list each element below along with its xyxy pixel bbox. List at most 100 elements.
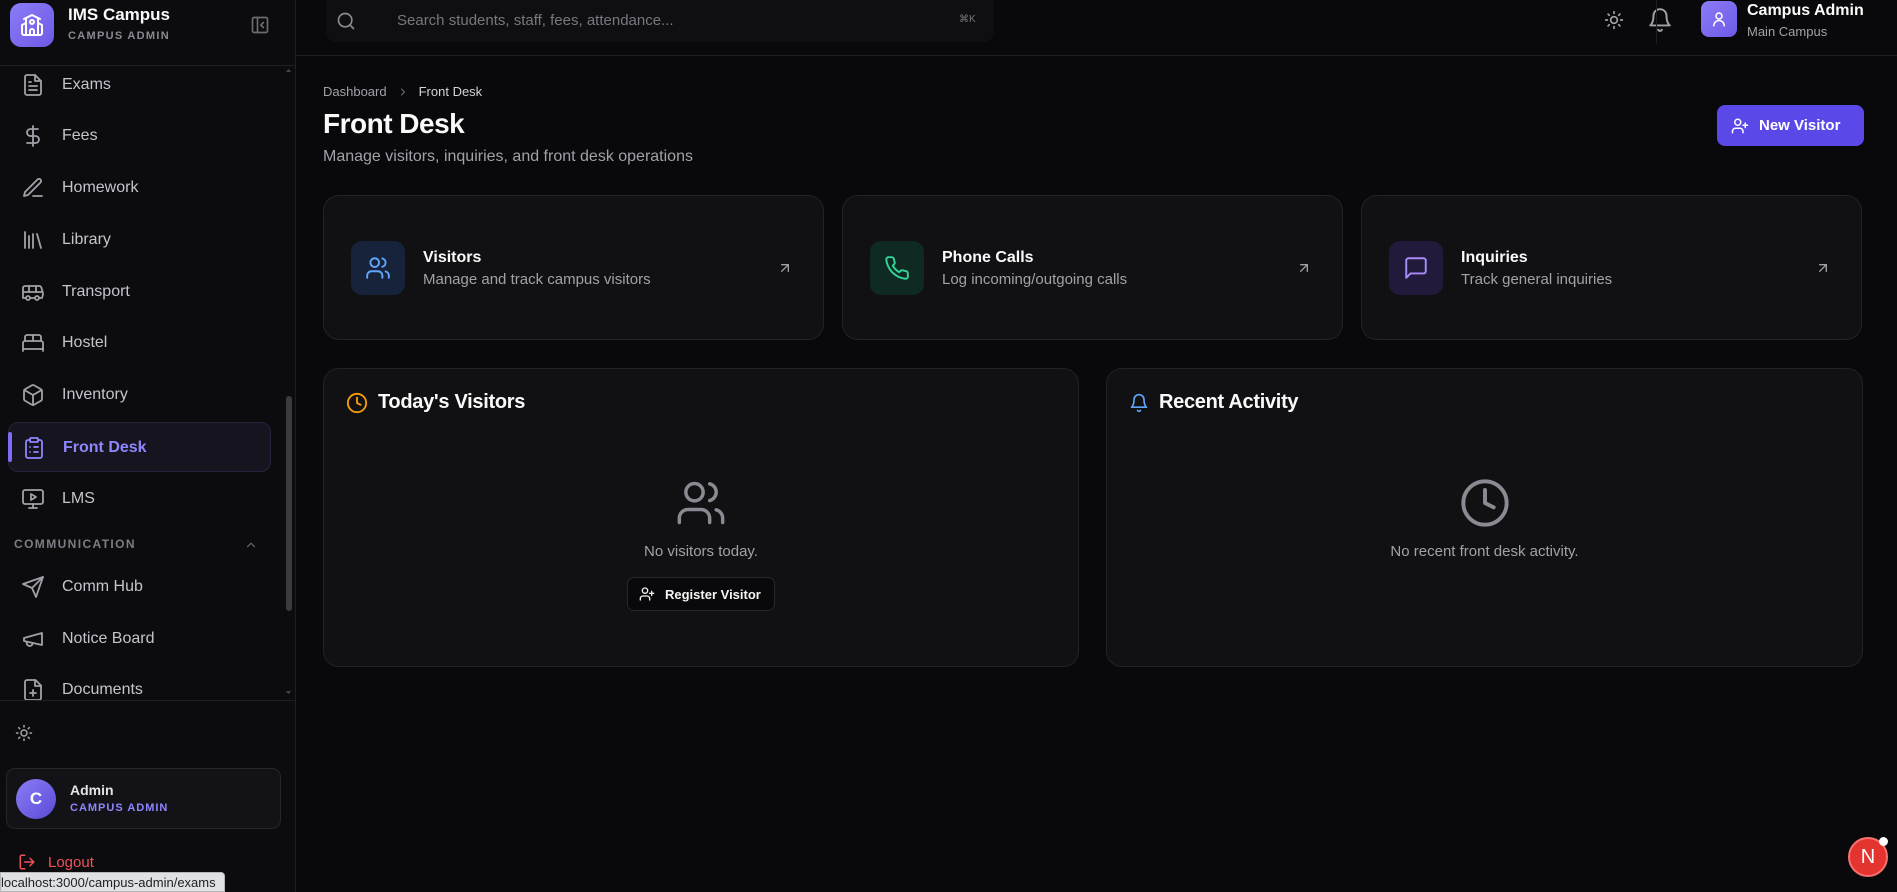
sidebar-item-label: Homework xyxy=(62,179,139,196)
arrow-up-right-icon xyxy=(777,260,793,276)
bus-icon xyxy=(21,280,45,304)
user-role: CAMPUS ADMIN xyxy=(70,802,169,814)
page-subtitle: Manage visitors, inquiries, and front de… xyxy=(323,148,693,165)
megaphone-icon xyxy=(21,627,45,651)
dollar-icon xyxy=(21,124,45,148)
todays-visitors-panel: Today's Visitors No visitors today. Regi… xyxy=(323,368,1079,667)
page-title: Front Desk xyxy=(323,108,465,139)
sidebar-item-comm-hub[interactable]: Comm Hub xyxy=(8,562,271,612)
search-input[interactable]: Search students, staff, fees, attendance… xyxy=(326,0,994,42)
phone-icon xyxy=(870,241,924,295)
breadcrumb-current: Front Desk xyxy=(418,84,483,99)
recent-activity-panel: Recent Activity No recent front desk act… xyxy=(1106,368,1863,667)
user-card[interactable]: C Admin CAMPUS ADMIN xyxy=(6,768,281,829)
empty-state-text: No visitors today. xyxy=(644,543,758,560)
section-communication[interactable]: COMMUNICATION xyxy=(14,537,136,551)
sidebar: IMS Campus CAMPUS ADMIN Exams Fees Homew… xyxy=(0,0,296,892)
scroll-down-arrow-icon[interactable] xyxy=(284,688,293,697)
topbar: Search students, staff, fees, attendance… xyxy=(296,0,1897,56)
logout-button[interactable]: Logout xyxy=(18,852,94,872)
sidebar-item-label: Front Desk xyxy=(63,439,147,456)
sidebar-item-homework[interactable]: Homework xyxy=(8,163,271,213)
new-visitor-button[interactable]: New Visitor xyxy=(1717,105,1864,146)
sidebar-item-lms[interactable]: LMS xyxy=(8,474,271,524)
pencil-icon xyxy=(21,176,45,200)
brand-name: IMS Campus xyxy=(68,5,171,24)
scroll-up-arrow-icon[interactable] xyxy=(284,66,293,75)
file-plus-icon xyxy=(21,678,45,702)
chevron-up-icon[interactable] xyxy=(244,538,258,552)
sidebar-item-label: Exams xyxy=(62,76,111,93)
sidebar-item-label: Notice Board xyxy=(62,630,155,647)
search-shortcut: ⌘K xyxy=(959,14,976,25)
register-visitor-button[interactable]: Register Visitor xyxy=(627,577,775,611)
quick-card-inquiries[interactable]: Inquiries Track general inquiries xyxy=(1361,195,1862,340)
collapse-sidebar-icon[interactable] xyxy=(250,15,270,35)
library-icon xyxy=(21,228,45,252)
brand-role: CAMPUS ADMIN xyxy=(68,30,170,42)
quick-card-desc: Track general inquiries xyxy=(1461,271,1613,288)
panel-header: Recent Activity xyxy=(1129,391,1299,414)
quick-card-visitors[interactable]: Visitors Manage and track campus visitor… xyxy=(323,195,824,340)
users-empty-icon xyxy=(675,477,727,529)
sidebar-item-label: LMS xyxy=(62,490,95,507)
arrow-up-right-icon xyxy=(1815,260,1831,276)
breadcrumb-dashboard[interactable]: Dashboard xyxy=(323,84,387,99)
clock-empty-icon xyxy=(1459,477,1511,529)
sidebar-item-label: Documents xyxy=(62,681,143,698)
send-icon xyxy=(21,575,45,599)
sidebar-item-hostel[interactable]: Hostel xyxy=(8,318,271,368)
quick-card-title: Inquiries xyxy=(1461,249,1528,266)
user-plus-icon xyxy=(639,586,655,602)
sidebar-item-transport[interactable]: Transport xyxy=(8,267,271,317)
new-visitor-label: New Visitor xyxy=(1759,117,1841,134)
sidebar-divider xyxy=(0,700,296,701)
sidebar-item-documents[interactable]: Documents xyxy=(8,665,271,715)
quick-card-desc: Manage and track campus visitors xyxy=(423,271,651,288)
sidebar-item-inventory[interactable]: Inventory xyxy=(8,370,271,420)
empty-state-text: No recent front desk activity. xyxy=(1390,543,1579,560)
sidebar-item-label: Inventory xyxy=(62,386,128,403)
sidebar-item-label: Comm Hub xyxy=(62,578,143,595)
document-icon xyxy=(21,73,45,97)
avatar: C xyxy=(16,779,56,819)
user-name: Admin xyxy=(70,782,114,798)
profile-name[interactable]: Campus Admin xyxy=(1747,2,1864,20)
bell-icon xyxy=(1129,393,1149,413)
theme-toggle-sun-icon[interactable] xyxy=(1604,10,1624,30)
notification-dot xyxy=(1879,837,1888,846)
users-icon xyxy=(351,241,405,295)
user-plus-icon xyxy=(1731,117,1749,135)
scrollbar-thumb[interactable] xyxy=(286,396,292,611)
quick-card-phone-calls[interactable]: Phone Calls Log incoming/outgoing calls xyxy=(842,195,1343,340)
sidebar-item-label: Hostel xyxy=(62,334,108,351)
quick-card-title: Visitors xyxy=(423,249,482,266)
sidebar-item-label: Transport xyxy=(62,283,130,300)
sun-icon[interactable] xyxy=(15,724,33,742)
school-logo-icon[interactable] xyxy=(10,3,54,47)
logout-icon xyxy=(18,853,36,871)
monitor-play-icon xyxy=(21,487,45,511)
register-visitor-label: Register Visitor xyxy=(665,586,761,602)
sidebar-item-label: Fees xyxy=(62,127,98,144)
sidebar-item-label: Library xyxy=(62,231,111,248)
clock-icon xyxy=(346,392,368,414)
bell-icon[interactable] xyxy=(1647,7,1673,33)
profile-avatar[interactable] xyxy=(1701,1,1737,37)
topbar-divider xyxy=(1656,0,1657,44)
sidebar-item-notice-board[interactable]: Notice Board xyxy=(8,614,271,664)
sidebar-item-library[interactable]: Library xyxy=(8,215,271,265)
search-placeholder: Search students, staff, fees, attendance… xyxy=(397,12,674,29)
sidebar-item-exams[interactable]: Exams xyxy=(8,60,271,110)
quick-card-title: Phone Calls xyxy=(942,249,1034,266)
sidebar-item-front-desk[interactable]: Front Desk xyxy=(8,422,271,472)
profile-campus: Main Campus xyxy=(1747,24,1828,39)
box-icon xyxy=(21,383,45,407)
logout-label: Logout xyxy=(48,853,94,871)
sidebar-item-fees[interactable]: Fees xyxy=(8,111,271,161)
status-bar-url: localhost:3000/campus-admin/exams xyxy=(0,872,225,892)
brand-header: IMS Campus CAMPUS ADMIN xyxy=(0,0,296,66)
panel-header: Today's Visitors xyxy=(346,391,525,414)
panel-title: Recent Activity xyxy=(1159,391,1299,413)
search-icon xyxy=(336,11,356,31)
